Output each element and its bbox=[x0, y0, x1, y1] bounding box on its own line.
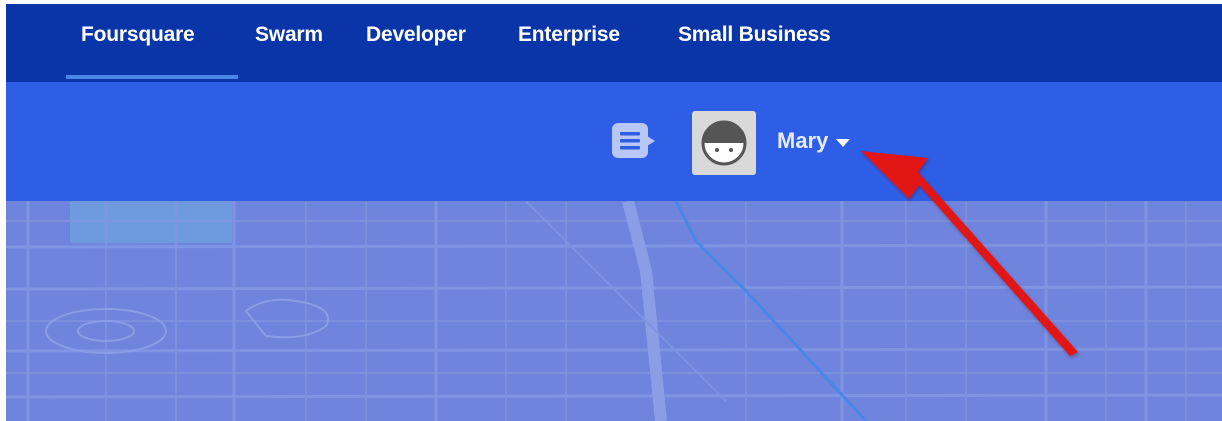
nav-item-swarm[interactable]: Swarm bbox=[255, 23, 323, 47]
nav-item-small-business[interactable]: Small Business bbox=[678, 23, 831, 47]
nav-item-developer[interactable]: Developer bbox=[366, 23, 466, 47]
nav-item-enterprise[interactable]: Enterprise bbox=[518, 23, 620, 47]
avatar[interactable] bbox=[692, 111, 756, 175]
top-navigation: Foursquare Swarm Developer Enterprise Sm… bbox=[6, 4, 1222, 82]
user-header-bar: Mary bbox=[6, 82, 1222, 201]
user-name: Mary bbox=[777, 128, 829, 153]
page-frame: Foursquare Swarm Developer Enterprise Sm… bbox=[6, 4, 1222, 421]
caret-down-icon bbox=[836, 138, 851, 147]
user-menu[interactable]: Mary bbox=[777, 126, 851, 156]
default-face-icon bbox=[701, 120, 747, 166]
message-icon[interactable] bbox=[612, 123, 656, 164]
map-background bbox=[6, 199, 1222, 421]
active-tab-indicator bbox=[66, 75, 238, 79]
nav-item-foursquare[interactable]: Foursquare bbox=[81, 23, 195, 47]
